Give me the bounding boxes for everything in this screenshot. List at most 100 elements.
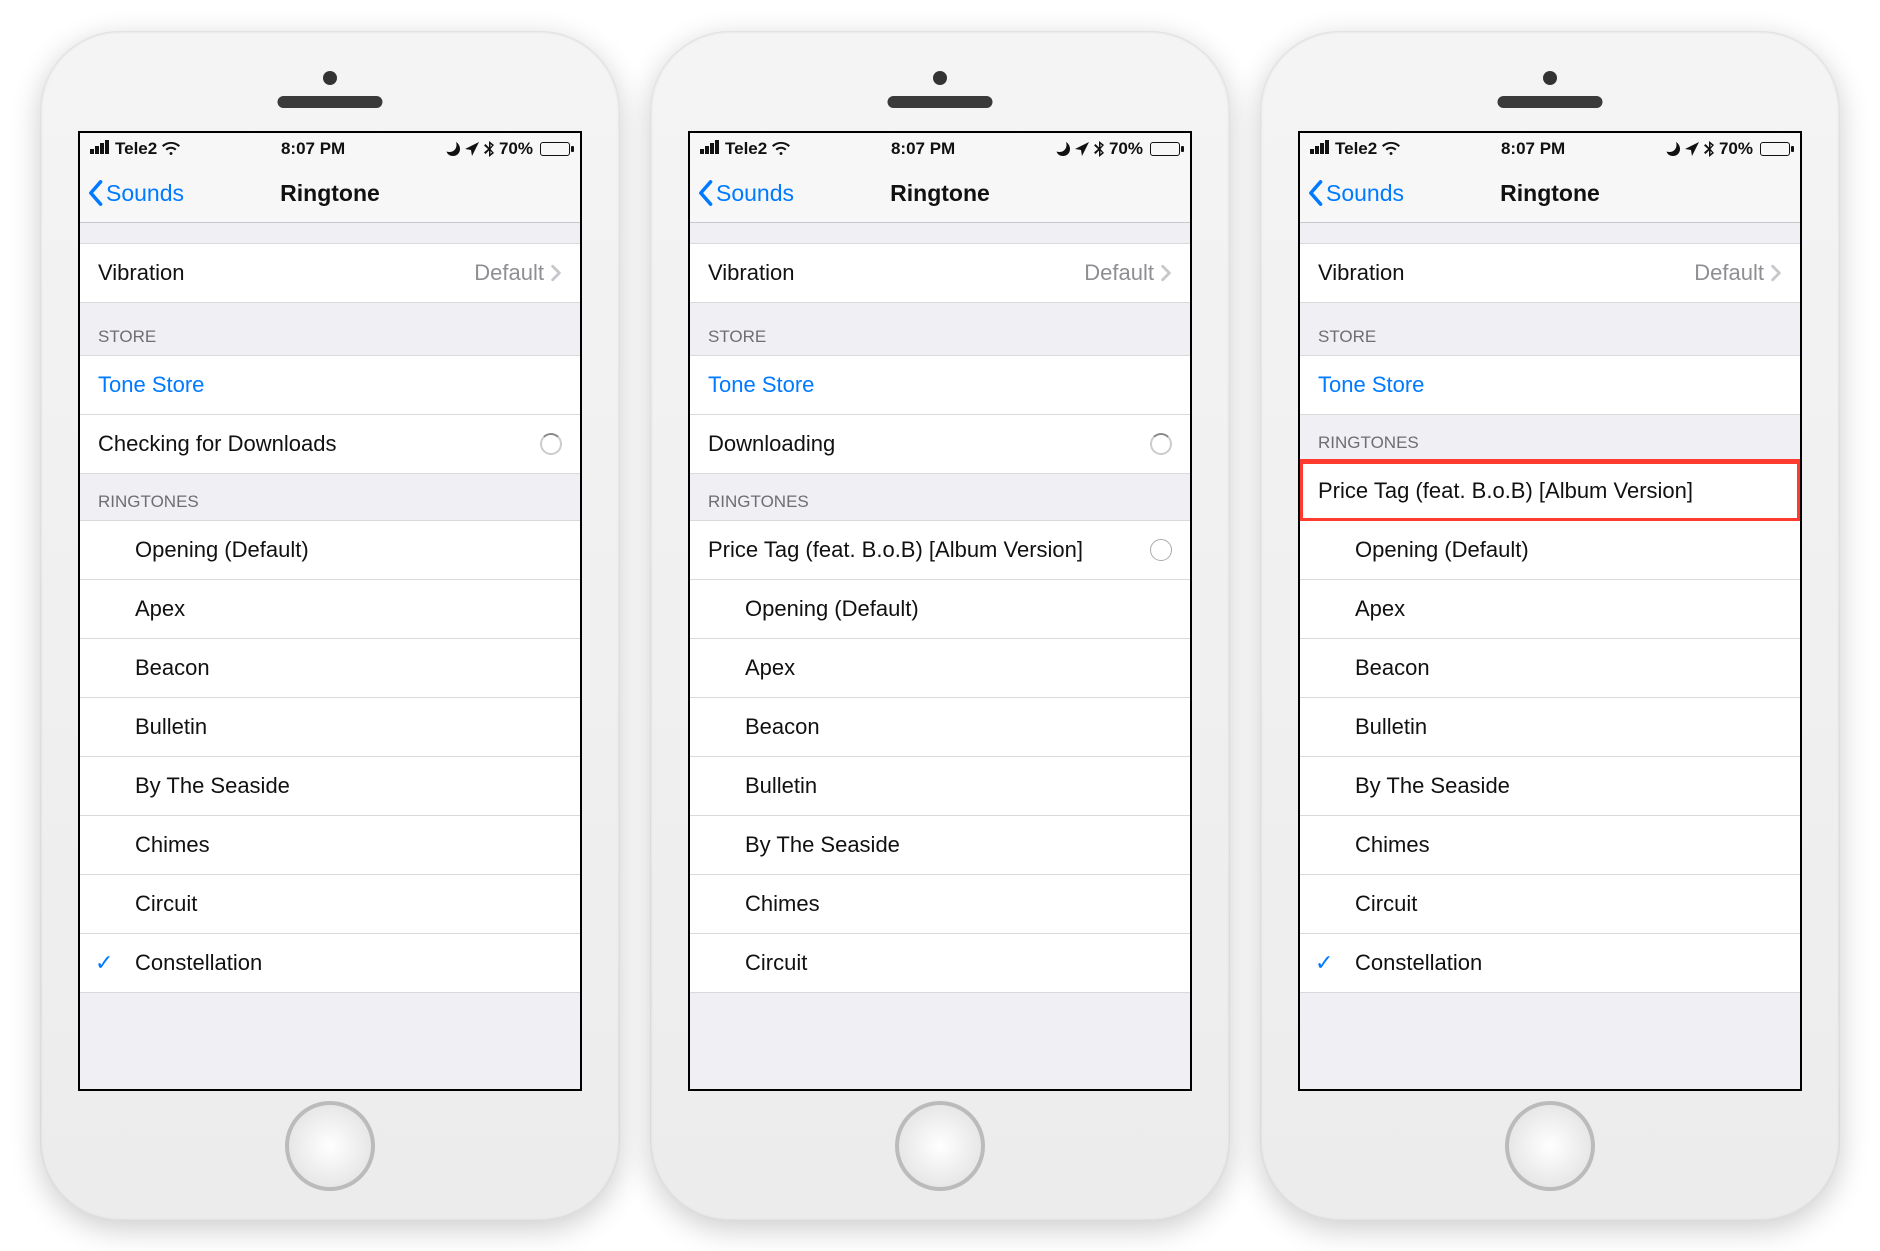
custom-ringtone-label: Price Tag (feat. B.o.B) [Album Version]	[708, 537, 1083, 563]
vibration-label: Vibration	[1318, 260, 1404, 286]
tone-store-label: Tone Store	[708, 372, 814, 398]
ringtone-label: Constellation	[135, 950, 262, 976]
vibration-value: Default	[1084, 260, 1154, 286]
wifi-icon	[162, 142, 180, 156]
signal-icon	[700, 139, 720, 159]
battery-icon	[540, 142, 570, 156]
battery-icon	[1760, 142, 1790, 156]
screen-2: Tele2 8:07 PM 70% Sounds Ringtone Vibrat…	[688, 131, 1192, 1091]
vibration-value: Default	[474, 260, 544, 286]
ringtone-row[interactable]: ✓ Constellation	[1300, 934, 1800, 993]
ringtone-row[interactable]: Beacon	[1300, 639, 1800, 698]
custom-ringtone-row[interactable]: Price Tag (feat. B.o.B) [Album Version]	[1300, 461, 1800, 521]
nav-title: Ringtone	[280, 180, 380, 207]
home-button[interactable]	[895, 1101, 985, 1191]
ringtone-row[interactable]: Apex	[690, 639, 1190, 698]
ringtone-row[interactable]: By The Seaside	[690, 816, 1190, 875]
screen-1: Tele2 8:07 PM 70% Sounds Ringtone Vibrat…	[78, 131, 582, 1091]
ringtone-row[interactable]: Opening (Default)	[1300, 521, 1800, 580]
back-button[interactable]: Sounds	[696, 165, 794, 222]
ringtone-row[interactable]: By The Seaside	[80, 757, 580, 816]
tone-store-row[interactable]: Tone Store	[690, 355, 1190, 415]
ringtone-row[interactable]: Circuit	[1300, 875, 1800, 934]
back-label: Sounds	[106, 180, 184, 207]
location-icon	[465, 142, 479, 156]
ringtone-row[interactable]: Opening (Default)	[80, 520, 580, 580]
store-status-label: Checking for Downloads	[98, 431, 336, 457]
vibration-row[interactable]: Vibration Default	[1300, 243, 1800, 303]
signal-icon	[90, 139, 110, 159]
ringtone-row[interactable]: Circuit	[690, 934, 1190, 993]
vibration-row[interactable]: Vibration Default	[690, 243, 1190, 303]
ringtone-label: Bulletin	[1355, 714, 1427, 740]
back-button[interactable]: Sounds	[86, 165, 184, 222]
nav-title: Ringtone	[1500, 180, 1600, 207]
vibration-row[interactable]: Vibration Default	[80, 243, 580, 303]
ringtone-row[interactable]: Bulletin	[80, 698, 580, 757]
status-bar: Tele2 8:07 PM 70%	[1300, 133, 1800, 165]
clock: 8:07 PM	[891, 139, 955, 159]
back-button[interactable]: Sounds	[1306, 165, 1404, 222]
ringtone-label: Circuit	[135, 891, 197, 917]
ringtone-row[interactable]: By The Seaside	[1300, 757, 1800, 816]
store-status-row: Checking for Downloads	[80, 415, 580, 474]
ringtone-label: Apex	[1355, 596, 1405, 622]
status-bar: Tele2 8:07 PM 70%	[80, 133, 580, 165]
wifi-icon	[1382, 142, 1400, 156]
ringtone-row[interactable]: Chimes	[1300, 816, 1800, 875]
ringtone-row[interactable]: Beacon	[80, 639, 580, 698]
ringtone-row[interactable]: Chimes	[690, 875, 1190, 934]
ringtone-label: Bulletin	[135, 714, 207, 740]
nav-bar: Sounds Ringtone	[80, 165, 580, 223]
ringtone-row[interactable]: Circuit	[80, 875, 580, 934]
ringtone-row[interactable]: Apex	[1300, 580, 1800, 639]
dnd-moon-icon	[1056, 142, 1070, 156]
checkmark-icon: ✓	[1315, 950, 1333, 976]
nav-title: Ringtone	[890, 180, 990, 207]
ringtone-label: Circuit	[1355, 891, 1417, 917]
chevron-left-icon	[1306, 179, 1324, 207]
section-header-store: STORE	[1300, 303, 1800, 355]
chevron-left-icon	[86, 179, 104, 207]
home-button[interactable]	[285, 1101, 375, 1191]
checkmark-icon: ✓	[95, 950, 113, 976]
loading-spinner-icon	[1150, 433, 1172, 455]
ringtone-row[interactable]: Chimes	[80, 816, 580, 875]
ringtone-label: Beacon	[1355, 655, 1430, 681]
home-button[interactable]	[1505, 1101, 1595, 1191]
ringtone-row[interactable]: Opening (Default)	[690, 580, 1190, 639]
carrier-label: Tele2	[1335, 139, 1377, 159]
tone-store-row[interactable]: Tone Store	[80, 355, 580, 415]
ringtone-row[interactable]: Apex	[80, 580, 580, 639]
settings-list[interactable]: Vibration Default STORE Tone Store Downl…	[690, 223, 1190, 1089]
bluetooth-icon	[1704, 141, 1714, 157]
screen-3: Tele2 8:07 PM 70% Sounds Ringtone Vibrat…	[1298, 131, 1802, 1091]
settings-list[interactable]: Vibration Default STORE Tone StoreRINGTO…	[1300, 223, 1800, 1089]
vibration-label: Vibration	[708, 260, 794, 286]
status-bar: Tele2 8:07 PM 70%	[690, 133, 1190, 165]
ringtone-row[interactable]: Beacon	[690, 698, 1190, 757]
clock: 8:07 PM	[281, 139, 345, 159]
custom-ringtone-row[interactable]: Price Tag (feat. B.o.B) [Album Version]	[690, 520, 1190, 580]
store-status-label: Downloading	[708, 431, 835, 457]
section-header-ringtones: RINGTONES	[1300, 415, 1800, 461]
ringtone-row[interactable]: Bulletin	[1300, 698, 1800, 757]
section-header-store: STORE	[80, 303, 580, 355]
ringtone-label: By The Seaside	[135, 773, 290, 799]
ringtone-label: Apex	[745, 655, 795, 681]
dnd-moon-icon	[1666, 142, 1680, 156]
ringtone-row[interactable]: Bulletin	[690, 757, 1190, 816]
signal-icon	[1310, 139, 1330, 159]
chevron-left-icon	[696, 179, 714, 207]
bluetooth-icon	[1094, 141, 1104, 157]
carrier-label: Tele2	[115, 139, 157, 159]
ringtone-label: Opening (Default)	[1355, 537, 1529, 563]
tone-store-row[interactable]: Tone Store	[1300, 355, 1800, 415]
ringtone-row[interactable]: ✓ Constellation	[80, 934, 580, 993]
battery-pct: 70%	[1109, 139, 1143, 159]
ringtone-label: Opening (Default)	[745, 596, 919, 622]
location-icon	[1685, 142, 1699, 156]
settings-list[interactable]: Vibration Default STORE Tone Store Check…	[80, 223, 580, 1089]
chevron-right-icon	[550, 264, 562, 282]
ringtone-label: Beacon	[745, 714, 820, 740]
